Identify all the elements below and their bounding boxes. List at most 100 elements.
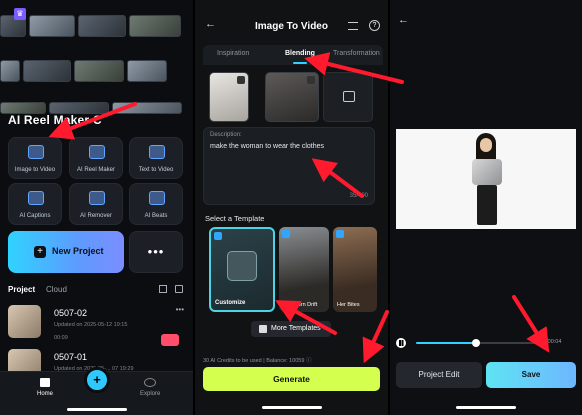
thumbnail[interactable]	[29, 15, 75, 37]
nav-home-label[interactable]: Home	[37, 391, 53, 397]
edit-badge-icon	[282, 230, 290, 238]
templates-icon	[259, 325, 267, 333]
thumbnail[interactable]	[127, 60, 167, 82]
edit-badge-icon	[336, 230, 344, 238]
playback-scrubber[interactable]	[416, 339, 536, 347]
description-label: Description:	[210, 132, 242, 138]
thumbnail[interactable]	[23, 60, 71, 82]
bottom-nav: Home + Explore	[0, 367, 193, 415]
premium-crown-icon: ♛	[14, 8, 26, 20]
uploaded-image-person[interactable]	[209, 72, 249, 122]
home-indicator	[66, 408, 127, 411]
tool-ai-captions[interactable]: AI Captions	[8, 183, 62, 225]
tool-ai-beats[interactable]: AI Beats	[129, 183, 183, 225]
text-to-video-icon	[149, 145, 165, 159]
back-arrow-icon[interactable]: ←	[398, 14, 409, 26]
home-icon[interactable]	[40, 378, 50, 387]
description-field[interactable]: Description: make the woman to wear the …	[203, 127, 375, 205]
new-project-button[interactable]: + New Project	[8, 231, 124, 273]
remover-icon	[89, 191, 105, 205]
project-thumbnail	[8, 305, 41, 338]
image-to-video-panel: ← Image To Video ? Inspiration Blending …	[195, 0, 388, 415]
edit-icon[interactable]	[175, 285, 183, 293]
home-indicator	[261, 406, 322, 409]
help-icon[interactable]: ?	[369, 20, 380, 31]
generated-person-image	[468, 133, 506, 227]
thumbnail[interactable]	[112, 102, 182, 114]
add-image-icon	[343, 91, 355, 102]
page-title: Image To Video	[255, 21, 328, 32]
project-duration: 00:09	[54, 335, 68, 341]
add-image-button[interactable]	[323, 72, 373, 122]
plus-icon: +	[34, 246, 46, 258]
uploaded-image-clothes[interactable]	[265, 72, 319, 122]
recent-thumbnails-row-2	[0, 60, 167, 82]
delete-icon[interactable]	[307, 76, 315, 84]
video-preview[interactable]	[396, 129, 576, 229]
home-screen-panel: ♛ AI Reel Maker C Image to Video AI Reel…	[0, 0, 193, 415]
template-afterburn-drift[interactable]: Afterburn Drift	[279, 227, 329, 312]
tab-blending[interactable]: Blending	[285, 50, 315, 57]
scrubber-knob[interactable]	[472, 339, 480, 347]
template-label: Her Bites	[337, 302, 360, 308]
tool-label: Image to Video	[14, 167, 56, 173]
tool-text-to-video[interactable]: Text to Video	[129, 137, 183, 179]
captions-icon	[28, 191, 44, 205]
mode-tabs: Inspiration Blending Transformation	[203, 45, 383, 65]
delete-icon[interactable]	[237, 76, 245, 84]
nav-explore-label[interactable]: Explore	[140, 391, 160, 397]
project-menu-icon[interactable]: •••	[176, 305, 184, 314]
preview-panel: ← 00:00:04 Project Edit Save	[390, 0, 582, 415]
char-counter: 35/400	[349, 193, 368, 199]
recent-thumbnails-row-1	[0, 15, 181, 37]
save-button[interactable]: Save	[486, 362, 576, 388]
tool-label: AI Reel Maker	[76, 167, 115, 173]
generate-button[interactable]: Generate	[203, 367, 380, 391]
tab-inspiration[interactable]: Inspiration	[217, 50, 249, 57]
playback-time: 00:00:04	[540, 339, 562, 345]
active-tab-indicator	[293, 62, 307, 64]
tool-image-to-video[interactable]: Image to Video	[8, 137, 62, 179]
list-icon[interactable]	[348, 22, 358, 30]
project-name: 0507-01	[54, 352, 88, 362]
more-button[interactable]: •••	[129, 231, 183, 273]
promo-badge-icon[interactable]	[161, 334, 179, 346]
tool-ai-reel-maker[interactable]: AI Reel Maker	[69, 137, 123, 179]
project-edit-button[interactable]: Project Edit	[396, 362, 482, 388]
jacket-shape	[472, 159, 502, 185]
tab-transformation[interactable]: Transformation	[333, 50, 380, 57]
thumbnail[interactable]	[74, 60, 124, 82]
explore-icon[interactable]	[144, 378, 156, 387]
grid-view-icon[interactable]	[159, 285, 167, 293]
pants-shape	[477, 185, 497, 225]
tool-label: Text to Video	[138, 167, 174, 173]
select-template-label: Select a Template	[205, 214, 265, 223]
more-templates-button[interactable]: More Templates	[251, 321, 331, 337]
tool-label: AI Captions	[19, 213, 51, 219]
thumbnail[interactable]	[129, 15, 181, 37]
pause-icon[interactable]	[396, 338, 406, 348]
section-title: AI Reel Maker C	[8, 113, 102, 127]
playback-progress	[416, 342, 476, 344]
create-fab-button[interactable]: +	[84, 367, 110, 393]
description-text[interactable]: make the woman to wear the clothes	[210, 143, 324, 150]
template-customize[interactable]: Customize	[209, 227, 275, 312]
tool-ai-remover[interactable]: AI Remover	[69, 183, 123, 225]
tool-label: AI Remover	[80, 213, 112, 219]
thumbnail[interactable]	[78, 15, 126, 37]
customize-icon	[227, 251, 257, 281]
image-to-video-icon	[28, 145, 44, 159]
face-shape	[480, 138, 492, 152]
credits-info: 30 AI Credits to be used | Balance: 1005…	[203, 358, 312, 364]
project-name: 0507-02	[54, 308, 88, 318]
thumbnail[interactable]	[0, 60, 20, 82]
template-her-bites[interactable]: Her Bites	[333, 227, 377, 312]
template-label: Customize	[215, 300, 246, 306]
project-updated: Updated on 2025-05-12 19:15	[54, 322, 128, 328]
tab-project[interactable]: Project	[8, 285, 35, 294]
tab-cloud[interactable]: Cloud	[46, 285, 67, 294]
tool-label: AI Beats	[144, 213, 168, 219]
more-templates-label: More Templates	[271, 325, 321, 332]
home-indicator	[456, 406, 516, 409]
new-project-label: New Project	[52, 246, 104, 256]
